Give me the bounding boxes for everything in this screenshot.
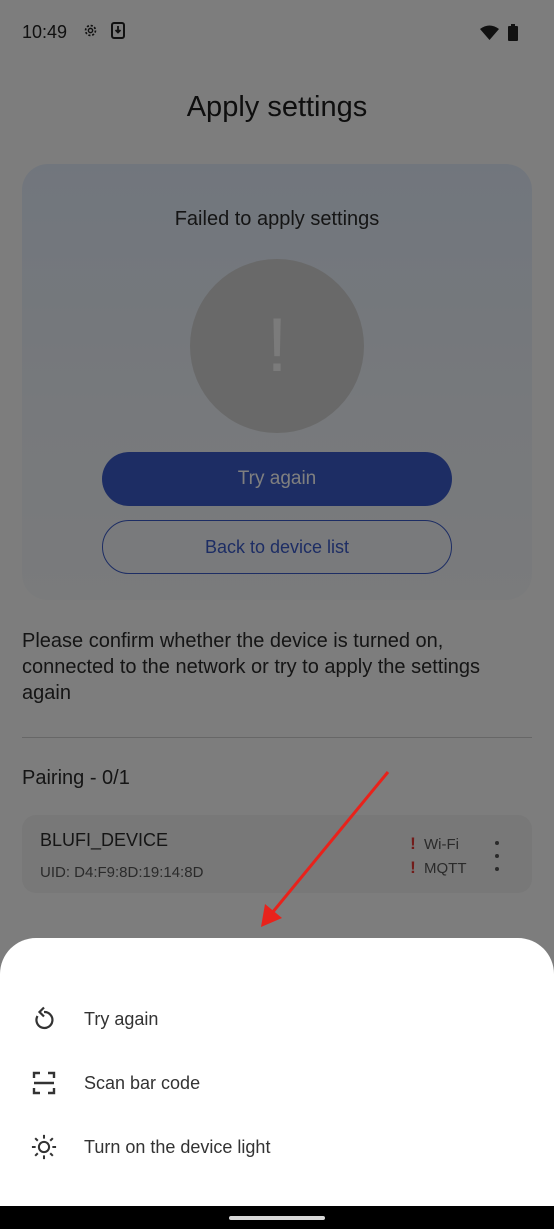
light-icon	[31, 1134, 57, 1160]
sheet-item-label: Scan bar code	[84, 1072, 201, 1093]
sheet-item-scan-bar-code[interactable]: Scan bar code	[0, 1053, 554, 1113]
sheet-item-label: Try again	[84, 1008, 159, 1029]
sheet-item-label: Turn on the device light	[84, 1136, 271, 1157]
navigation-bar	[0, 1206, 554, 1229]
barcode-scan-icon	[31, 1070, 57, 1096]
bottom-sheet: Try again Scan bar code Turn on the devi…	[0, 938, 554, 1206]
sheet-item-device-light[interactable]: Turn on the device light	[0, 1117, 554, 1177]
retry-icon	[31, 1006, 57, 1032]
home-gesture-handle[interactable]	[229, 1216, 325, 1220]
sheet-item-try-again[interactable]: Try again	[0, 989, 554, 1049]
